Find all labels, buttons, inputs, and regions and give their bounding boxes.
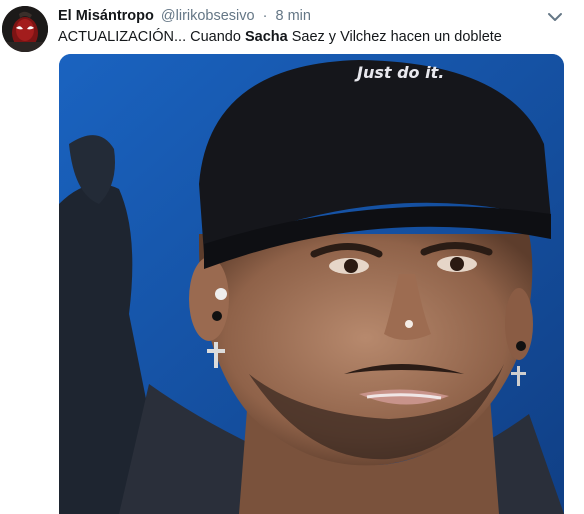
username[interactable]: @lirikobsesivo (161, 8, 255, 24)
tweet-header: El Misántropo @lirikobsesivo · 8 min (58, 6, 554, 26)
tweet-text-part-2: Saez y Vilchez hacen un doblete (287, 29, 502, 45)
tweet-text-bold: Sacha (244, 29, 288, 45)
separator-dot: · (262, 8, 268, 24)
tweet-text-part-1: ACTUALIZACIÓN... Cuando (58, 29, 245, 45)
avatar[interactable] (2, 6, 48, 52)
timestamp[interactable]: 8 min (276, 8, 311, 24)
chevron-down-icon (548, 13, 562, 21)
media-image: Just do it. (59, 54, 564, 514)
more-options-button[interactable] (546, 8, 564, 26)
tweet-text: ACTUALIZACIÓN... Cuando Sacha Saez y Vil… (58, 27, 574, 47)
tweet-media[interactable]: Just do it. (59, 54, 564, 514)
cap-logo-text: Just do it. (354, 63, 444, 82)
tweet: El Misántropo @lirikobsesivo · 8 min ACT… (0, 0, 584, 514)
avatar-image (2, 6, 48, 52)
display-name[interactable]: El Misántropo (58, 8, 154, 24)
